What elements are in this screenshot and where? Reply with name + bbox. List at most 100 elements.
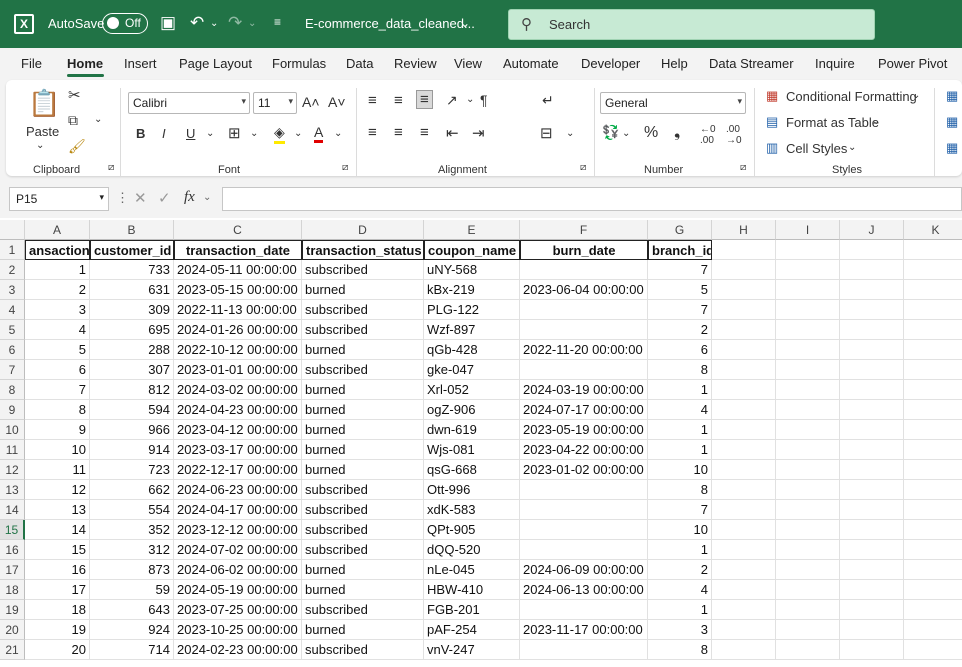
empty-cell[interactable] bbox=[776, 420, 840, 440]
empty-cell[interactable] bbox=[776, 440, 840, 460]
format-cells-icon[interactable]: ▦ bbox=[946, 140, 958, 156]
spreadsheet-grid[interactable]: ABCDEFGHIJK1ansaction_customer_idtransac… bbox=[0, 218, 962, 667]
table-cell[interactable] bbox=[520, 300, 648, 320]
table-cell[interactable]: 2023-10-25 00:00:00 bbox=[174, 620, 302, 640]
table-cell[interactable]: subscribed bbox=[302, 600, 424, 620]
empty-cell[interactable] bbox=[712, 300, 776, 320]
table-cell[interactable]: 2023-01-01 00:00:00 bbox=[174, 360, 302, 380]
table-cell[interactable]: 307 bbox=[90, 360, 174, 380]
table-cell[interactable] bbox=[520, 640, 648, 660]
table-cell[interactable]: 1 bbox=[648, 440, 712, 460]
table-cell[interactable]: 3 bbox=[25, 300, 90, 320]
table-cell[interactable]: Xrl-052 bbox=[424, 380, 520, 400]
empty-cell[interactable] bbox=[712, 600, 776, 620]
delete-cells-icon[interactable]: ▦ bbox=[946, 114, 958, 130]
table-cell[interactable]: 2024-04-17 00:00:00 bbox=[174, 500, 302, 520]
increase-font-icon[interactable]: A˄ bbox=[302, 94, 320, 110]
row-header[interactable]: 6 bbox=[0, 340, 25, 360]
empty-cell[interactable] bbox=[776, 320, 840, 340]
orientation-icon[interactable]: ↗ bbox=[446, 92, 458, 109]
empty-cell[interactable] bbox=[712, 540, 776, 560]
empty-cell[interactable] bbox=[776, 620, 840, 640]
align-middle-icon[interactable]: ≡ bbox=[394, 92, 403, 109]
tab-data[interactable]: Data bbox=[346, 56, 373, 71]
table-cell[interactable]: subscribed bbox=[302, 520, 424, 540]
font-size-select[interactable]: 11 ▾ bbox=[253, 92, 297, 114]
table-cell[interactable]: 16 bbox=[25, 560, 90, 580]
fill-color-icon[interactable]: ◈ bbox=[274, 124, 285, 144]
table-cell[interactable]: uNY-568 bbox=[424, 260, 520, 280]
table-cell[interactable]: 2023-07-25 00:00:00 bbox=[174, 600, 302, 620]
table-cell[interactable]: 6 bbox=[25, 360, 90, 380]
row-header[interactable]: 3 bbox=[0, 280, 25, 300]
empty-cell[interactable] bbox=[712, 420, 776, 440]
table-cell[interactable]: burned bbox=[302, 340, 424, 360]
autosave-toggle[interactable]: Off bbox=[102, 13, 148, 34]
table-cell[interactable]: burned bbox=[302, 280, 424, 300]
table-cell[interactable]: qGb-428 bbox=[424, 340, 520, 360]
header-cell[interactable]: transaction_date bbox=[174, 240, 302, 260]
table-cell[interactable]: 8 bbox=[25, 400, 90, 420]
underline-icon[interactable]: U bbox=[186, 126, 195, 141]
row-header[interactable]: 14 bbox=[0, 500, 25, 520]
empty-cell[interactable] bbox=[904, 640, 962, 660]
table-cell[interactable]: 8 bbox=[648, 480, 712, 500]
table-cell[interactable]: 14 bbox=[25, 520, 90, 540]
cell-styles-dropdown-icon[interactable]: ⌄ bbox=[848, 142, 856, 153]
empty-cell[interactable] bbox=[904, 280, 962, 300]
empty-cell[interactable] bbox=[904, 340, 962, 360]
row-header[interactable]: 2 bbox=[0, 260, 25, 280]
row-header[interactable]: 10 bbox=[0, 420, 25, 440]
table-cell[interactable]: 2024-06-02 00:00:00 bbox=[174, 560, 302, 580]
row-header[interactable]: 12 bbox=[0, 460, 25, 480]
fill-color-dropdown-icon[interactable]: ⌄ bbox=[294, 128, 302, 139]
row-header[interactable]: 21 bbox=[0, 640, 25, 660]
conditional-formatting-icon[interactable]: ▦ bbox=[766, 88, 778, 104]
empty-cell[interactable] bbox=[776, 500, 840, 520]
empty-cell[interactable] bbox=[712, 640, 776, 660]
font-color-dropdown-icon[interactable]: ⌄ bbox=[334, 128, 342, 139]
row-header[interactable]: 16 bbox=[0, 540, 25, 560]
copy-icon[interactable]: ⧉ bbox=[68, 112, 78, 129]
tab-help[interactable]: Help bbox=[661, 56, 688, 71]
empty-cell[interactable] bbox=[712, 560, 776, 580]
row-header[interactable]: 1 bbox=[0, 240, 25, 260]
cut-icon[interactable]: ✂ bbox=[68, 86, 81, 104]
empty-cell[interactable] bbox=[904, 480, 962, 500]
table-cell[interactable]: 2022-12-17 00:00:00 bbox=[174, 460, 302, 480]
undo-icon[interactable]: ↶ bbox=[190, 13, 204, 33]
column-header-b[interactable]: B bbox=[90, 220, 174, 240]
table-cell[interactable]: 309 bbox=[90, 300, 174, 320]
table-cell[interactable]: 2024-05-11 00:00:00 bbox=[174, 260, 302, 280]
format-painter-icon[interactable]: 🖌 bbox=[68, 138, 86, 155]
table-cell[interactable]: 15 bbox=[25, 540, 90, 560]
column-header-g[interactable]: G bbox=[648, 220, 712, 240]
table-cell[interactable]: 1 bbox=[648, 420, 712, 440]
empty-cell[interactable] bbox=[776, 540, 840, 560]
empty-cell[interactable] bbox=[904, 380, 962, 400]
table-cell[interactable]: 662 bbox=[90, 480, 174, 500]
row-header[interactable]: 4 bbox=[0, 300, 25, 320]
row-header[interactable]: 18 bbox=[0, 580, 25, 600]
empty-cell[interactable] bbox=[840, 300, 904, 320]
merge-center-icon[interactable]: ⊟ bbox=[540, 124, 553, 142]
filename-dropdown-icon[interactable]: ⌄ bbox=[460, 16, 470, 30]
empty-cell[interactable] bbox=[904, 320, 962, 340]
table-cell[interactable]: 1 bbox=[648, 600, 712, 620]
table-cell[interactable]: xdK-583 bbox=[424, 500, 520, 520]
align-center-icon[interactable]: ≡ bbox=[394, 124, 403, 141]
header-cell[interactable]: coupon_name bbox=[424, 240, 520, 260]
column-header-a[interactable]: A bbox=[25, 220, 90, 240]
table-cell[interactable]: burned bbox=[302, 420, 424, 440]
table-cell[interactable]: dwn-619 bbox=[424, 420, 520, 440]
increase-decimal-icon[interactable]: ←0.00 bbox=[700, 124, 716, 146]
paste-icon[interactable]: 📋 bbox=[28, 88, 60, 119]
empty-cell[interactable] bbox=[776, 480, 840, 500]
font-color-icon[interactable]: A bbox=[314, 124, 324, 143]
table-cell[interactable]: 1 bbox=[648, 540, 712, 560]
table-cell[interactable]: Ott-996 bbox=[424, 480, 520, 500]
copy-dropdown-icon[interactable]: ⌄ bbox=[94, 114, 102, 125]
table-cell[interactable]: 5 bbox=[25, 340, 90, 360]
undo-dropdown-icon[interactable]: ⌄ bbox=[210, 18, 218, 29]
table-cell[interactable]: 7 bbox=[648, 300, 712, 320]
